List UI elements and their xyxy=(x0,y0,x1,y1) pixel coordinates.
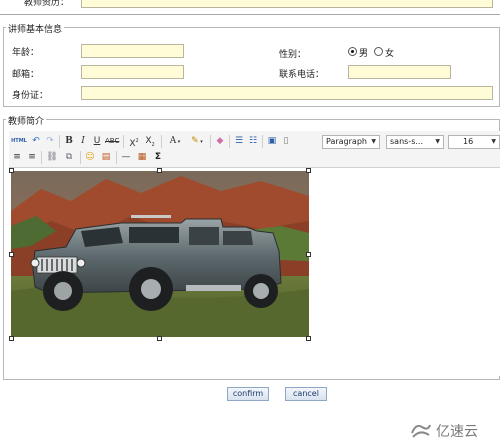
idcard-label: 身份证： xyxy=(12,91,49,101)
gender-female-radio[interactable] xyxy=(374,47,383,56)
resize-handle-bottom-center[interactable] xyxy=(157,336,162,341)
font-select[interactable]: sans-s... ▼ xyxy=(386,135,444,149)
email-label: 邮箱： xyxy=(12,70,40,80)
gender-male-label: 男 xyxy=(359,49,369,59)
paste-word-icon[interactable]: ▣ xyxy=(266,135,278,148)
font-color-icon[interactable]: A ▾ xyxy=(165,135,185,148)
resize-handle-bottom-left[interactable] xyxy=(9,336,14,341)
size-select[interactable]: 16 ▼ xyxy=(448,135,500,149)
phone-field[interactable] xyxy=(348,65,451,79)
resize-handle-middle-right[interactable] xyxy=(306,252,311,257)
formula-icon[interactable]: Σ xyxy=(152,151,164,164)
hummer-image[interactable] xyxy=(11,171,309,337)
watermark-text: 亿速云 xyxy=(436,424,478,440)
source-icon[interactable]: HTML xyxy=(11,135,27,148)
editor-content-area[interactable] xyxy=(9,168,500,376)
age-field[interactable] xyxy=(81,44,184,58)
editor-toolbar: HTML ↶ ↷ B I U ABC X2 X2 A ▾ ✎ ▾ ◆ ☰ ☷ ▣… xyxy=(9,131,500,168)
confirm-button[interactable]: confirm xyxy=(227,387,269,401)
undo-icon[interactable]: ↶ xyxy=(30,135,42,148)
format-select[interactable]: Paragraph ▼ xyxy=(322,135,380,149)
image-icon[interactable]: ▤ xyxy=(100,151,112,164)
unlink-icon[interactable]: ⧉ xyxy=(62,151,76,164)
resize-handle-bottom-right[interactable] xyxy=(306,336,311,341)
bold-icon[interactable]: B xyxy=(63,135,75,148)
top-row-label: 教师资历： xyxy=(24,0,70,8)
strikethrough-icon[interactable]: ABC xyxy=(105,135,119,148)
age-label: 年龄： xyxy=(12,48,40,58)
basic-info-legend: 讲师基本信息 xyxy=(6,22,65,35)
italic-icon[interactable]: I xyxy=(77,135,89,148)
subscript-icon[interactable]: X2 xyxy=(143,135,157,148)
template-icon[interactable]: ▦ xyxy=(136,151,148,164)
section-divider xyxy=(0,14,500,15)
align-right-icon[interactable]: ≡ xyxy=(26,151,38,164)
hr-icon[interactable]: — xyxy=(120,151,132,164)
qualification-field[interactable] xyxy=(81,0,493,8)
idcard-field[interactable] xyxy=(81,86,493,100)
eraser-icon[interactable]: ◆ xyxy=(214,135,226,148)
intro-legend: 教师简介 xyxy=(6,114,47,127)
email-field[interactable] xyxy=(81,65,184,79)
highlight-icon[interactable]: ✎ ▾ xyxy=(187,135,207,148)
redo-icon[interactable]: ↷ xyxy=(44,135,56,148)
ordered-list-icon[interactable]: ☰ xyxy=(233,135,245,148)
underline-icon[interactable]: U xyxy=(91,135,103,148)
resize-handle-top-left[interactable] xyxy=(9,168,14,173)
resize-handle-top-center[interactable] xyxy=(157,168,162,173)
superscript-icon[interactable]: X2 xyxy=(127,135,141,149)
link-icon[interactable]: ⛓ xyxy=(45,151,59,164)
unordered-list-icon[interactable]: ☷ xyxy=(247,135,259,148)
resize-handle-top-right[interactable] xyxy=(306,168,311,173)
resize-handle-middle-left[interactable] xyxy=(9,252,14,257)
phone-label: 联系电话： xyxy=(279,70,325,80)
gender-male-radio[interactable] xyxy=(348,47,357,56)
gender-label: 性别： xyxy=(279,50,307,60)
gender-female-label: 女 xyxy=(385,49,395,59)
watermark-logo: 亿速云 xyxy=(410,420,498,440)
paste-text-icon[interactable]: ▯ xyxy=(280,135,292,148)
cancel-button[interactable]: cancel xyxy=(285,387,327,401)
emoticon-icon[interactable]: ☺ xyxy=(84,151,96,164)
align-left-icon[interactable]: ≡ xyxy=(11,151,23,164)
